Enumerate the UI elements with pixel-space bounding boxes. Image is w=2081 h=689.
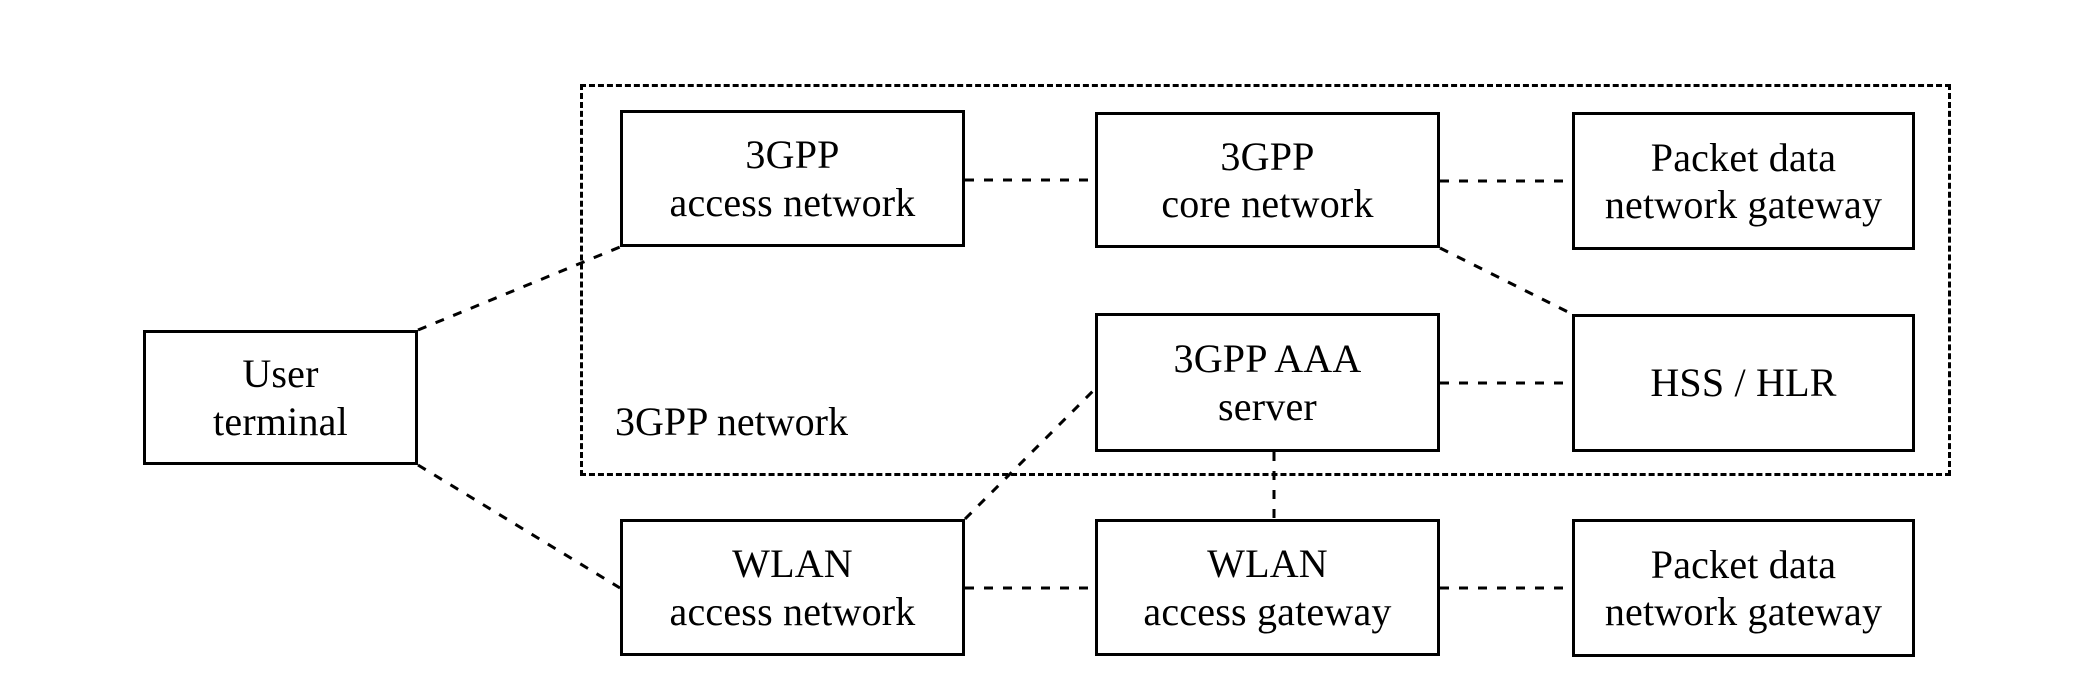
node-label-hss-hlr: HSS / HLR (1650, 360, 1837, 406)
node-hss-hlr[interactable]: HSS / HLR (1572, 314, 1915, 452)
node-label-packet-data-network-gateway-bottom: Packet data network gateway (1604, 541, 1883, 634)
node-label-user-terminal: User terminal (213, 351, 348, 444)
node-packet-data-network-gateway-bottom[interactable]: Packet data network gateway (1572, 519, 1915, 657)
3gpp-network-group-label: 3GPP network (615, 399, 848, 444)
node-wlan-access-gateway[interactable]: WLAN access gateway (1095, 519, 1440, 656)
node-label-wlan-access-network: WLAN access network (669, 541, 916, 634)
node-label-3gpp-access-network: 3GPP access network (669, 132, 916, 225)
edge-user-terminal-to-3gpp-access-network (417, 245, 621, 332)
node-user-terminal[interactable]: User terminal (143, 330, 418, 465)
node-label-wlan-access-gateway: WLAN access gateway (1143, 541, 1392, 634)
node-3gpp-aaa-server[interactable]: 3GPP AAA server (1095, 313, 1440, 452)
node-3gpp-core-network[interactable]: 3GPP core network (1095, 112, 1440, 248)
node-wlan-access-network[interactable]: WLAN access network (620, 519, 965, 656)
node-label-3gpp-aaa-server: 3GPP AAA server (1173, 336, 1362, 429)
node-3gpp-access-network[interactable]: 3GPP access network (620, 110, 965, 247)
edge-user-terminal-to-wlan-access-network (417, 463, 621, 590)
edge-wlan-access-network-to-3gpp-aaa-server (963, 387, 1097, 521)
node-label-packet-data-network-gateway-top: Packet data network gateway (1604, 134, 1883, 227)
node-packet-data-network-gateway-top[interactable]: Packet data network gateway (1572, 112, 1915, 250)
network-architecture-diagram: 3GPP network User terminal 3GPP access ne… (0, 0, 2081, 689)
node-label-3gpp-core-network: 3GPP core network (1161, 133, 1374, 226)
edge-3gpp-core-network-to-hss-hlr (1439, 246, 1573, 316)
